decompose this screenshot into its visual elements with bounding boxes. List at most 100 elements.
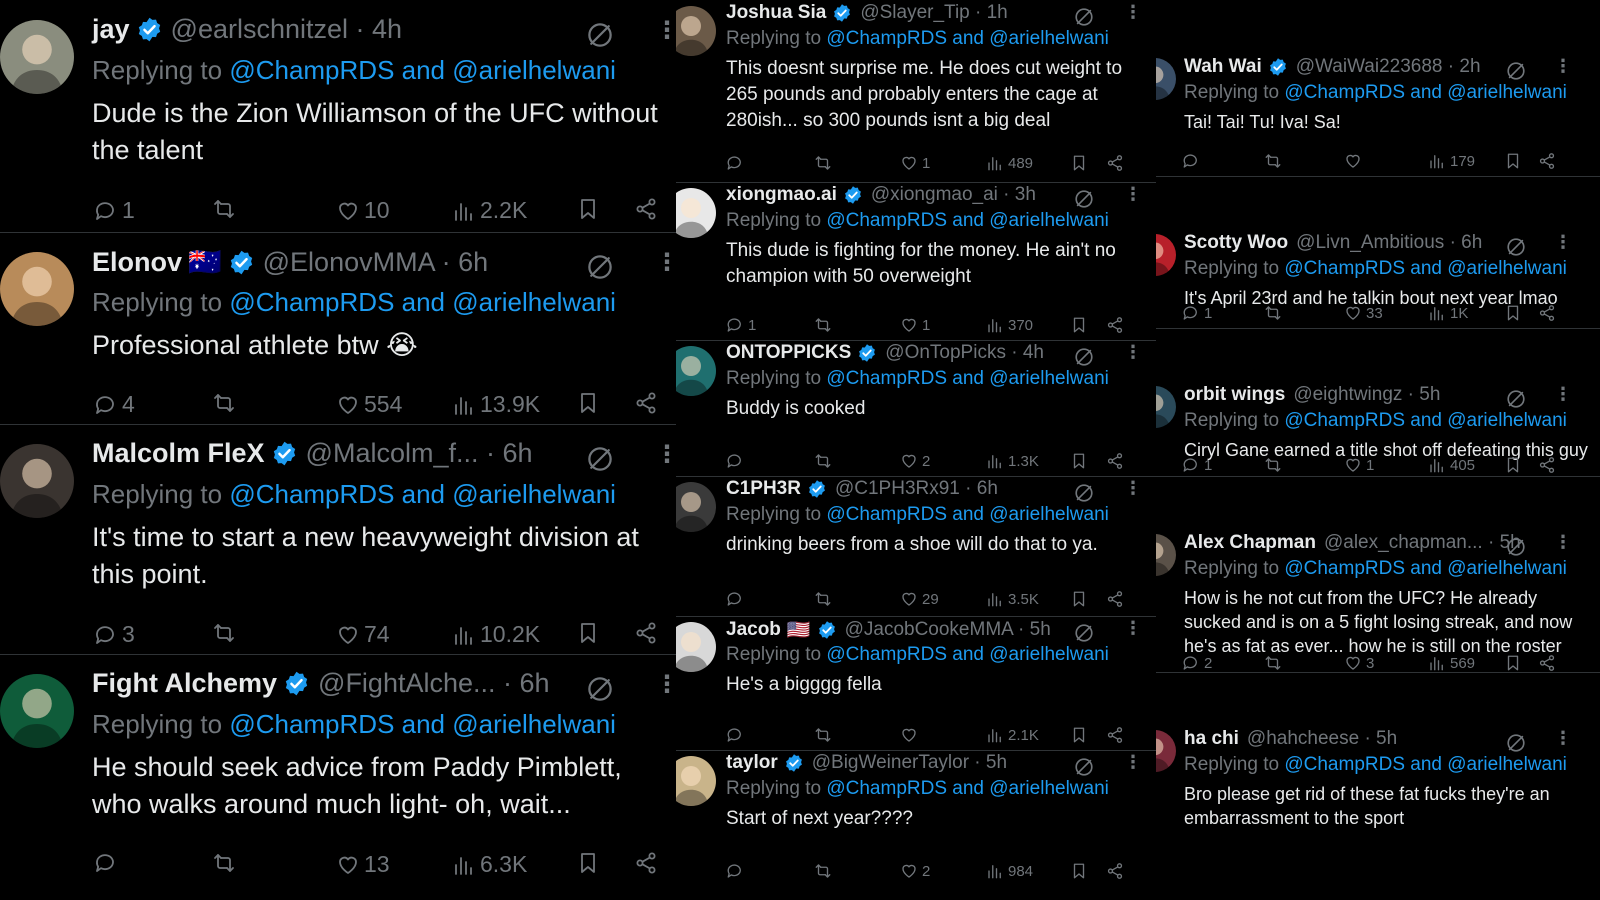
username-time[interactable]: @OnTopPicks · 4h	[885, 342, 1044, 364]
share-button[interactable]	[634, 621, 658, 645]
grok-icon[interactable]	[585, 20, 615, 55]
avatar[interactable]	[676, 188, 716, 238]
repost-button[interactable]	[212, 197, 240, 221]
replying-to-mentions[interactable]: @ChampRDS and @arielhelwani	[826, 368, 1109, 389]
avatar[interactable]	[0, 252, 74, 326]
username-time[interactable]: @WaiWai223688 · 2h	[1296, 56, 1481, 78]
views-button[interactable]: 1.3K	[986, 452, 1039, 470]
more-icon[interactable]: ⋮	[655, 440, 676, 469]
username-time[interactable]: @FightAlche... · 6h	[318, 668, 550, 699]
more-icon[interactable]: ⋮	[655, 16, 676, 45]
grok-icon[interactable]	[585, 252, 615, 287]
views-button[interactable]: 984	[986, 862, 1033, 880]
more-icon[interactable]: ⋮	[1554, 384, 1572, 405]
username-time[interactable]: @Livn_Ambitious · 6h	[1296, 232, 1482, 254]
replying-to-mentions[interactable]: @ChampRDS and @arielhelwani	[1284, 558, 1567, 579]
repost-button[interactable]	[814, 154, 836, 172]
views-button[interactable]: 2.1K	[986, 726, 1039, 744]
bookmark-button[interactable]	[1504, 456, 1522, 474]
bookmark-button[interactable]	[576, 851, 600, 875]
username-time[interactable]: @JacobCookeMMA · 5h	[845, 619, 1051, 641]
username-time[interactable]: @Malcolm_f... · 6h	[306, 438, 533, 469]
more-icon[interactable]: ⋮	[655, 248, 676, 277]
like-button[interactable]: 13	[336, 851, 390, 878]
bookmark-button[interactable]	[576, 621, 600, 645]
bookmark-button[interactable]	[1070, 862, 1088, 880]
display-name[interactable]: Malcolm FleX	[92, 438, 265, 469]
reply-button[interactable]	[726, 590, 748, 608]
repost-button[interactable]	[814, 452, 836, 470]
bookmark-button[interactable]	[1504, 152, 1522, 170]
views-button[interactable]: 3.5K	[986, 590, 1039, 608]
username-time[interactable]: @Slayer_Tip · 1h	[860, 2, 1007, 24]
like-button[interactable]: 1	[900, 316, 930, 334]
avatar[interactable]	[0, 674, 74, 748]
replying-to-mentions[interactable]: @ChampRDS and @arielhelwani	[229, 287, 616, 317]
share-button[interactable]	[634, 197, 658, 221]
like-button[interactable]	[1344, 152, 1366, 170]
views-button[interactable]: 179	[1428, 152, 1475, 170]
repost-button[interactable]	[814, 316, 836, 334]
display-name[interactable]: Fight Alchemy	[92, 668, 277, 699]
more-icon[interactable]: ⋮	[1554, 532, 1572, 553]
like-button[interactable]: 3	[1344, 654, 1374, 672]
views-button[interactable]: 6.3K	[452, 851, 527, 878]
replying-to-mentions[interactable]: @ChampRDS and @arielhelwani	[229, 55, 616, 85]
bookmark-button[interactable]	[1070, 590, 1088, 608]
avatar[interactable]	[1156, 386, 1176, 428]
username-time[interactable]: @BigWeinerTaylor · 5h	[812, 752, 1007, 774]
like-button[interactable]: 10	[336, 197, 390, 224]
like-button[interactable]	[900, 726, 922, 744]
replying-to-mentions[interactable]: @ChampRDS and @arielhelwani	[1284, 410, 1567, 431]
repost-button[interactable]	[1264, 654, 1286, 672]
avatar[interactable]	[0, 444, 74, 518]
avatar[interactable]	[676, 622, 716, 672]
more-icon[interactable]: ⋮	[1124, 478, 1142, 499]
repost-button[interactable]	[814, 726, 836, 744]
bookmark-button[interactable]	[1070, 726, 1088, 744]
like-button[interactable]: 29	[900, 590, 939, 608]
display-name[interactable]: Wah Wai	[1184, 56, 1262, 78]
views-button[interactable]: 489	[986, 154, 1033, 172]
share-button[interactable]	[1106, 316, 1124, 334]
grok-icon[interactable]	[585, 444, 615, 479]
more-icon[interactable]: ⋮	[655, 670, 676, 699]
username-time[interactable]: @hahcheese · 5h	[1247, 728, 1397, 750]
share-button[interactable]	[634, 851, 658, 875]
more-icon[interactable]: ⋮	[1124, 618, 1142, 639]
views-button[interactable]: 10.2K	[452, 621, 540, 648]
replying-to-mentions[interactable]: @ChampRDS and @arielhelwani	[826, 210, 1109, 231]
reply-button[interactable]	[1182, 152, 1204, 170]
display-name[interactable]: orbit wings	[1184, 384, 1285, 406]
replying-to-mentions[interactable]: @ChampRDS and @arielhelwani	[229, 709, 616, 739]
views-button[interactable]: 1K	[1428, 304, 1468, 322]
repost-button[interactable]	[212, 391, 240, 415]
replying-to-mentions[interactable]: @ChampRDS and @arielhelwani	[826, 644, 1109, 665]
bookmark-button[interactable]	[1070, 452, 1088, 470]
replying-to-mentions[interactable]: @ChampRDS and @arielhelwani	[229, 479, 616, 509]
share-button[interactable]	[1538, 456, 1556, 474]
username-time[interactable]: @xiongmao_ai · 3h	[871, 184, 1036, 206]
replying-to-mentions[interactable]: @ChampRDS and @arielhelwani	[826, 504, 1109, 525]
replying-to-mentions[interactable]: @ChampRDS and @arielhelwani	[1284, 754, 1567, 775]
views-button[interactable]: 569	[1428, 654, 1475, 672]
share-button[interactable]	[1538, 654, 1556, 672]
username-time[interactable]: @C1PH3Rx91 · 6h	[835, 478, 998, 500]
like-button[interactable]: 1	[1344, 456, 1374, 474]
share-button[interactable]	[1106, 862, 1124, 880]
display-name[interactable]: Scotty Woo	[1184, 232, 1288, 254]
display-name[interactable]: C1PH3R	[726, 478, 801, 500]
bookmark-button[interactable]	[1070, 154, 1088, 172]
more-icon[interactable]: ⋮	[1124, 752, 1142, 773]
display-name[interactable]: Alex Chapman	[1184, 532, 1316, 554]
share-button[interactable]	[1538, 304, 1556, 322]
reply-button[interactable]	[726, 862, 748, 880]
repost-button[interactable]	[814, 862, 836, 880]
replying-to-mentions[interactable]: @ChampRDS and @arielhelwani	[1284, 82, 1567, 103]
repost-button[interactable]	[1264, 456, 1286, 474]
avatar[interactable]	[676, 482, 716, 532]
reply-button[interactable]: 1	[94, 197, 135, 224]
reply-button[interactable]	[94, 851, 122, 875]
avatar[interactable]	[1156, 534, 1176, 576]
grok-icon[interactable]	[585, 674, 615, 709]
